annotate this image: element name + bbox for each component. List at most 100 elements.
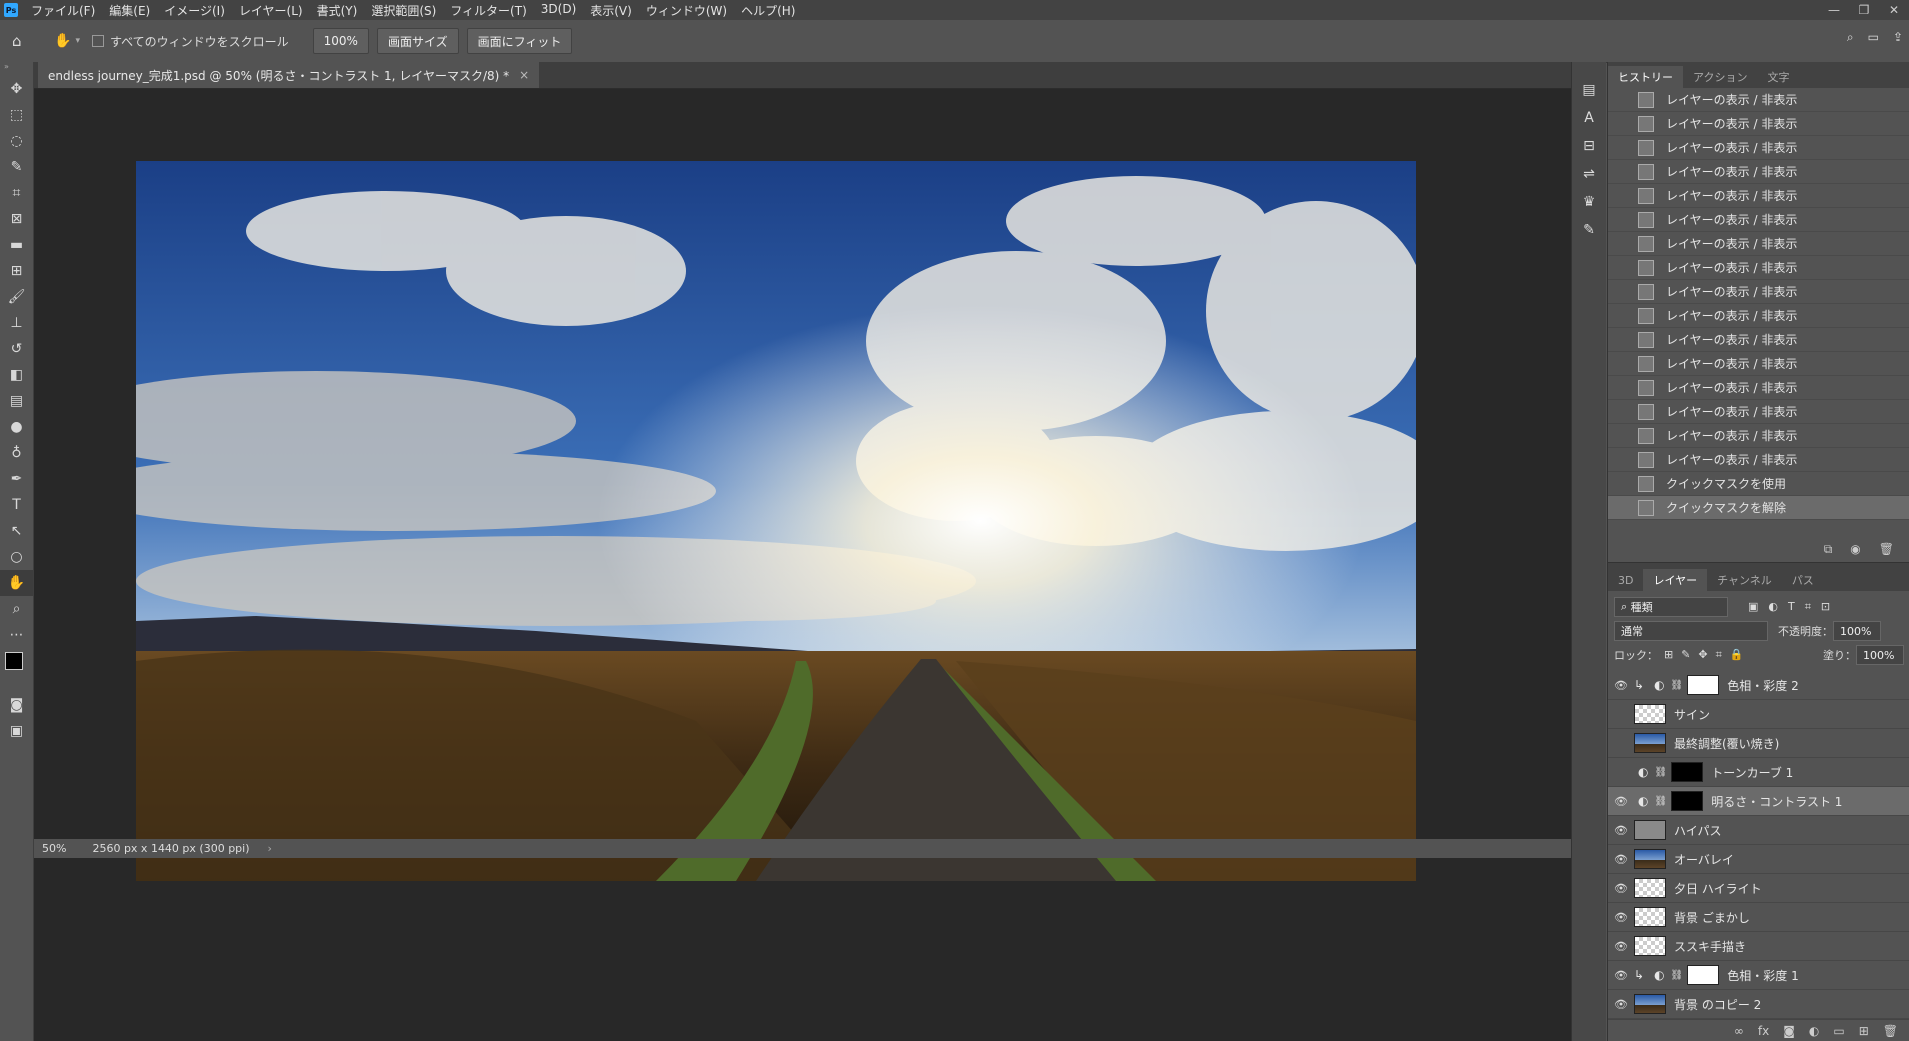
chain-icon[interactable]: ⛓	[1671, 680, 1684, 691]
filter-icons[interactable]: ▣◐T⌗⊡	[1748, 600, 1840, 614]
frame-tool-icon[interactable]: ⊠	[0, 206, 33, 232]
close-button[interactable]: ✕	[1879, 0, 1909, 20]
move-tool-icon[interactable]: ✥	[0, 76, 33, 102]
menu-item[interactable]: フィルター(T)	[443, 2, 533, 19]
menu-item[interactable]: レイヤー(L)	[232, 2, 310, 19]
trash-icon[interactable]: 🗑	[1883, 1024, 1898, 1038]
tab-layers[interactable]: レイヤー	[1643, 569, 1708, 591]
menu-item[interactable]: ウィンドウ(W)	[639, 2, 734, 19]
history-item[interactable]: レイヤーの表示 / 非表示	[1608, 352, 1909, 376]
home-icon[interactable]: ⌂	[12, 32, 32, 50]
layer-thumbnail[interactable]	[1671, 791, 1704, 811]
tab-history[interactable]: ヒストリー	[1608, 66, 1683, 88]
tab-3d[interactable]: 3D	[1608, 569, 1643, 591]
trash-icon[interactable]: 🗑	[1879, 542, 1894, 556]
character-panel-icon[interactable]: A	[1572, 104, 1606, 132]
history-item[interactable]: レイヤーの表示 / 非表示	[1608, 256, 1909, 280]
close-icon[interactable]: ×	[519, 68, 529, 82]
history-item[interactable]: レイヤーの表示 / 非表示	[1608, 136, 1909, 160]
history-item[interactable]: レイヤーの表示 / 非表示	[1608, 448, 1909, 472]
quick-mask-icon[interactable]: ◙	[0, 692, 33, 718]
blend-mode-select[interactable]: 通常	[1614, 621, 1768, 641]
menu-item[interactable]: 書式(Y)	[310, 2, 365, 19]
canvas-image[interactable]	[136, 161, 1416, 881]
search-icon[interactable]: ⌕	[1847, 30, 1854, 45]
patch-tool-icon[interactable]: ⊞	[0, 258, 33, 284]
history-source-box[interactable]	[1616, 141, 1630, 155]
layer-thumbnail[interactable]	[1634, 733, 1666, 753]
layer-row[interactable]: 👁 ◐ ⛓ 明るさ・コントラスト 1	[1608, 787, 1909, 816]
minimize-button[interactable]: —	[1819, 0, 1849, 20]
history-item[interactable]: クイックマスクを解除	[1608, 496, 1909, 520]
history-item[interactable]: レイヤーの表示 / 非表示	[1608, 424, 1909, 448]
layer-thumbnail[interactable]	[1634, 936, 1666, 956]
history-item[interactable]: レイヤーの表示 / 非表示	[1608, 280, 1909, 304]
layer-row[interactable]: 最終調整(覆い焼き)	[1608, 729, 1909, 758]
brush-settings-icon[interactable]: ✎	[1572, 216, 1606, 244]
pen-tool-icon[interactable]: ✒	[0, 466, 33, 492]
menu-item[interactable]: ヘルプ(H)	[734, 2, 802, 19]
layer-thumbnail[interactable]	[1687, 965, 1720, 985]
fx-icon[interactable]: fx	[1758, 1024, 1769, 1038]
opacity-value[interactable]: 100%	[1833, 621, 1881, 641]
layer-thumbnail[interactable]	[1634, 849, 1666, 869]
history-source-box[interactable]	[1616, 333, 1630, 347]
history-item[interactable]: レイヤーの表示 / 非表示	[1608, 208, 1909, 232]
link-icon[interactable]: ∞	[1734, 1024, 1744, 1038]
more-tools-icon[interactable]: ⋯	[0, 622, 33, 648]
history-source-box[interactable]	[1616, 429, 1630, 443]
eye-icon[interactable]: 👁	[1608, 998, 1634, 1011]
type-tool-icon[interactable]: T	[0, 492, 33, 518]
layer-row[interactable]: 👁 ↳ ◐ ⛓ 色相・彩度 1	[1608, 961, 1909, 990]
quick-select-tool-icon[interactable]: ✎	[0, 154, 33, 180]
history-item[interactable]: レイヤーの表示 / 非表示	[1608, 184, 1909, 208]
adjustment-icon[interactable]: ◐	[1809, 1024, 1819, 1038]
layer-thumbnail[interactable]	[1687, 675, 1720, 695]
tab-paths[interactable]: パス	[1782, 569, 1824, 591]
history-source-box[interactable]	[1616, 189, 1630, 203]
eye-icon[interactable]: 👁	[1608, 795, 1634, 808]
layer-row[interactable]: 👁 ハイパス	[1608, 816, 1909, 845]
zoom-100-button[interactable]: 100%	[312, 28, 369, 54]
glyph-panel-icon[interactable]: ♛	[1572, 188, 1606, 216]
tab-character[interactable]: 文字	[1757, 66, 1799, 88]
menu-item[interactable]: 3D(D)	[534, 2, 583, 19]
history-item[interactable]: レイヤーの表示 / 非表示	[1608, 232, 1909, 256]
layer-thumbnail[interactable]	[1634, 994, 1666, 1014]
history-brush-icon[interactable]: ↺	[0, 336, 33, 362]
share-icon[interactable]: ⇪	[1893, 30, 1903, 45]
ruler-tool-icon[interactable]: ▬	[0, 232, 33, 258]
history-source-box[interactable]	[1616, 165, 1630, 179]
fit-screen-button[interactable]: 画面サイズ	[376, 28, 459, 54]
new-document-icon[interactable]: ⧉	[1824, 542, 1833, 557]
layer-row[interactable]: サイン	[1608, 700, 1909, 729]
chain-icon[interactable]: ⛓	[1654, 796, 1667, 807]
menu-item[interactable]: 表示(V)	[583, 2, 639, 19]
color-swatches[interactable]	[0, 648, 33, 692]
brush-tool-icon[interactable]: 🖌	[0, 284, 33, 310]
history-source-box[interactable]	[1616, 309, 1630, 323]
history-source-box[interactable]	[1616, 117, 1630, 131]
history-item[interactable]: レイヤーの表示 / 非表示	[1608, 304, 1909, 328]
restore-button[interactable]: ❐	[1849, 0, 1879, 20]
history-source-box[interactable]	[1616, 501, 1630, 515]
layer-filter-select[interactable]: ⌕ 種類	[1614, 597, 1728, 617]
history-source-box[interactable]	[1616, 261, 1630, 275]
layer-thumbnail[interactable]	[1634, 878, 1666, 898]
eye-icon[interactable]: 👁	[1608, 853, 1634, 866]
chain-icon[interactable]: ⛓	[1671, 970, 1684, 981]
camera-icon[interactable]: ◉	[1850, 542, 1860, 556]
menu-item[interactable]: ファイル(F)	[24, 2, 102, 19]
folder-icon[interactable]: ▭	[1833, 1024, 1844, 1038]
marquee-tool-icon[interactable]: ⬚	[0, 102, 33, 128]
layer-row[interactable]: 👁 ススキ手描き	[1608, 932, 1909, 961]
blur-tool-icon[interactable]: ●	[0, 414, 33, 440]
status-zoom[interactable]: 50%	[42, 842, 66, 855]
new-layer-icon[interactable]: ⊞	[1859, 1024, 1869, 1038]
stamp-tool-icon[interactable]: ⊥	[0, 310, 33, 336]
hand-tool-icon[interactable]: ✋	[0, 570, 33, 596]
fill-screen-button[interactable]: 画面にフィット	[466, 28, 573, 54]
lasso-tool-icon[interactable]: ◌	[0, 128, 33, 154]
menu-item[interactable]: 選択範囲(S)	[364, 2, 443, 19]
eye-icon[interactable]: 👁	[1608, 679, 1634, 692]
